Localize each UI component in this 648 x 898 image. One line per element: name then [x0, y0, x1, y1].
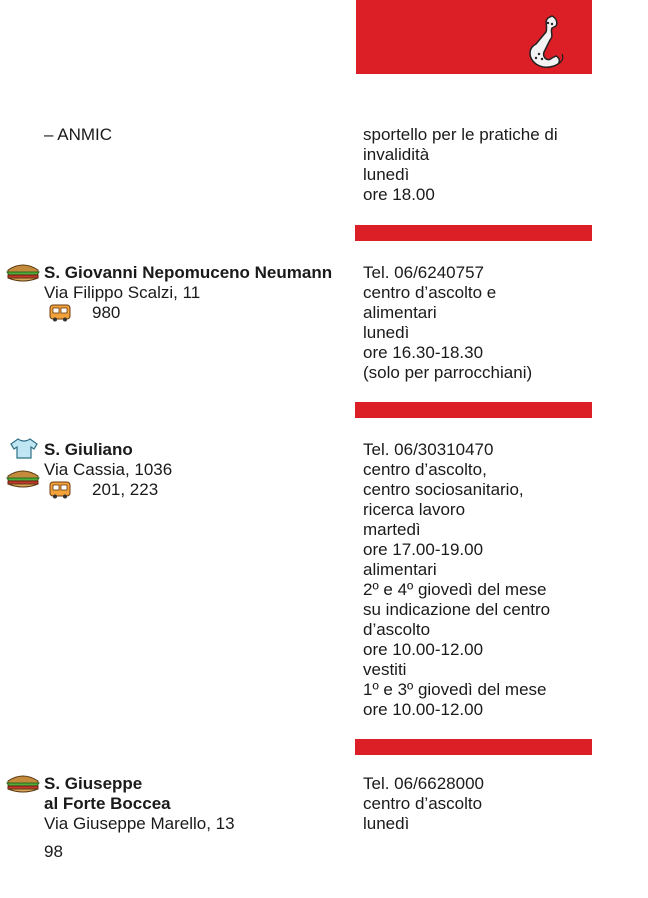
detail-line: d’ascolto [363, 620, 431, 639]
detail-line: sportello per le pratiche di [363, 125, 558, 144]
detail-line: ricerca lavoro [363, 500, 466, 519]
detail-line: Tel. 06/6628000 [363, 774, 484, 793]
page-number: 98 [44, 842, 63, 861]
bus-icon [49, 304, 71, 322]
entry-anmic-right: sportello per le pratiche di invalidità … [363, 125, 603, 205]
detail-line: invalidità [363, 145, 430, 164]
entry-address: Via Cassia, 1036 [44, 460, 173, 479]
entry-address: Via Giuseppe Marello, 13 [44, 814, 235, 833]
detail-line: 1º e 3º giovedì del mese [363, 680, 547, 699]
divider-bar [355, 225, 592, 241]
entry-neumann-left: S. Giovanni Nepomuceno Neumann Via Filip… [44, 263, 332, 323]
detail-line: martedì [363, 520, 421, 539]
detail-line: 2º e 4º giovedì del mese [363, 580, 547, 599]
detail-line: alimentari [363, 303, 437, 322]
detail-line: centro d’ascolto, [363, 460, 487, 479]
detail-line: ore 16.30-18.30 [363, 343, 484, 362]
telephone-icon [529, 15, 564, 68]
entry-address: Via Filippo Scalzi, 11 [44, 283, 201, 302]
entry-giuseppe-left: S. Giuseppe al Forte Boccea Via Giuseppe… [44, 774, 235, 834]
detail-line: ore 10.00-12.00 [363, 640, 484, 659]
entry-name: al Forte Boccea [44, 794, 171, 813]
entry-neumann-right: Tel. 06/6240757 centro d’ascolto e alime… [363, 263, 603, 383]
detail-line: ore 10.00-12.00 [363, 700, 484, 719]
entry-giuseppe-right: Tel. 06/6628000 centro d’ascolto lunedì [363, 774, 603, 834]
divider-bar [355, 402, 592, 418]
food-icon [6, 470, 40, 488]
detail-line: centro d’ascolto e [363, 283, 497, 302]
detail-line: Tel. 06/30310470 [363, 440, 494, 459]
bus-number: 201, 223 [92, 480, 159, 499]
detail-line: su indicazione del centro [363, 600, 551, 619]
entry-name: S. Giuliano [44, 440, 133, 459]
bus-icon [49, 481, 71, 499]
clothing-icon [10, 438, 38, 459]
divider-bar [355, 739, 592, 755]
entry-title: – ANMIC [44, 125, 113, 144]
entry-anmic-left: – ANMIC [44, 125, 112, 145]
detail-line: lunedì [363, 814, 410, 833]
detail-line: lunedì [363, 323, 410, 342]
detail-line: alimentari [363, 560, 437, 579]
detail-line: centro sociosanitario, [363, 480, 524, 499]
detail-line: ore 17.00-19.00 [363, 540, 484, 559]
bus-number: 980 [92, 303, 121, 322]
detail-line: centro d’ascolto [363, 794, 483, 813]
bus-line: 201, 223 [44, 480, 172, 500]
entry-name: S. Giuseppe [44, 774, 143, 793]
detail-line: vestiti [363, 660, 407, 679]
detail-line: ore 18.00 [363, 185, 435, 204]
entry-giuliano-right: Tel. 06/30310470 centro d’ascolto, centr… [363, 440, 603, 720]
entry-name: S. Giovanni Nepomuceno Neumann [44, 263, 333, 282]
food-icon [6, 775, 40, 793]
detail-line: (solo per parrocchiani) [363, 363, 533, 382]
food-icon [6, 264, 40, 282]
bus-line: 980 [44, 303, 332, 323]
detail-line: lunedì [363, 165, 410, 184]
detail-line: Tel. 06/6240757 [363, 263, 484, 282]
entry-giuliano-left: S. Giuliano Via Cassia, 1036 201, 223 [44, 440, 172, 500]
